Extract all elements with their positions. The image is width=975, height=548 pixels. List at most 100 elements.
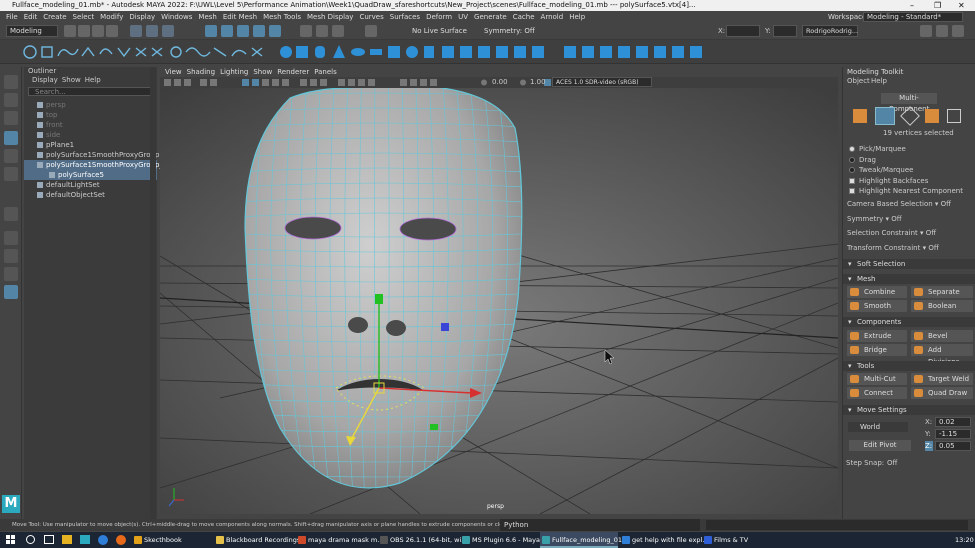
poly-helix-icon[interactable] — [460, 46, 472, 58]
components-header[interactable]: Components — [843, 317, 975, 327]
four-view-layout-icon[interactable] — [4, 249, 18, 263]
render-settings-icon[interactable] — [332, 25, 344, 37]
menu-set-select[interactable]: Modeling — [6, 25, 58, 37]
add-divisions-button[interactable]: Add Divisions — [911, 344, 973, 366]
toolkit-menu-help[interactable]: Help — [871, 76, 887, 86]
extrude-button[interactable]: Extrude — [847, 330, 907, 342]
dropdown-arrow-icon[interactable]: ▾ — [933, 200, 941, 208]
bevel-curve-icon[interactable] — [251, 47, 263, 57]
xray-joints-icon[interactable] — [358, 79, 365, 86]
setting-selection-constraint[interactable]: Selection Constraint ▾ Off — [847, 228, 974, 243]
file-explorer-icon[interactable] — [62, 535, 72, 544]
menu-select[interactable]: Select — [73, 11, 95, 23]
vertex-mode-icon[interactable] — [875, 107, 895, 125]
menu-mesh[interactable]: Mesh — [198, 11, 216, 23]
outliner-search-input[interactable]: Search... — [28, 87, 153, 96]
menu-surfaces[interactable]: Surfaces — [390, 11, 420, 23]
menu-help[interactable]: Help — [569, 11, 585, 23]
snap-plane-icon[interactable] — [253, 25, 265, 37]
quad-draw-button[interactable]: Quad Draw — [911, 387, 973, 399]
setting-value[interactable]: Off — [928, 244, 938, 252]
select-object-icon[interactable] — [146, 25, 158, 37]
exposure-value[interactable]: 0.00 — [492, 77, 508, 88]
poly-gear-icon[interactable] — [478, 46, 490, 58]
cv-curve-icon[interactable] — [57, 48, 79, 57]
tools-header[interactable]: Tools — [843, 361, 975, 371]
menu-cache[interactable]: Cache — [513, 11, 535, 23]
boolean-button[interactable]: Boolean — [911, 300, 973, 312]
y-coordinate-field[interactable] — [773, 25, 797, 37]
bezier-icon[interactable] — [135, 47, 147, 57]
textured-icon[interactable] — [262, 79, 269, 86]
toolkit-menu-object[interactable]: Object — [847, 76, 870, 86]
outliner-item[interactable]: polySurface5 — [24, 170, 157, 180]
wireframe-icon[interactable] — [242, 79, 249, 86]
depth-of-field-icon[interactable] — [320, 79, 327, 86]
setting-value[interactable]: Off — [926, 229, 936, 237]
script-language-tab[interactable]: Python — [500, 519, 700, 531]
object-mode-icon[interactable] — [853, 109, 867, 123]
move-z-field[interactable]: 0.05 — [935, 441, 971, 451]
viewport-menu-show[interactable]: Show — [253, 68, 272, 76]
ep-curve-icon[interactable] — [81, 46, 95, 57]
account-button[interactable]: RodrigoRodrig... — [802, 25, 858, 37]
taskbar-app[interactable]: Blackboard Recordings — [214, 532, 300, 548]
viewport-menu-shading[interactable]: Shading — [187, 68, 215, 76]
outliner-item[interactable]: polySurface1SmoothProxyGroup — [24, 150, 159, 160]
outliner-item[interactable]: pPlane1 — [24, 140, 157, 150]
safe-action-icon[interactable] — [420, 79, 427, 86]
menu-arnold[interactable]: Arnold — [541, 11, 564, 23]
firefox-icon[interactable] — [116, 535, 126, 545]
lasso-tool-icon[interactable] — [4, 93, 18, 107]
xray-icon[interactable] — [348, 79, 355, 86]
close-icon[interactable]: ✕ — [958, 0, 965, 11]
option-drag[interactable]: Drag — [849, 155, 974, 166]
option-pick-marquee[interactable]: Pick/Marquee — [849, 144, 974, 155]
scale-tool-icon[interactable] — [4, 167, 18, 181]
shadows-icon[interactable] — [282, 79, 289, 86]
select-camera-icon[interactable] — [164, 79, 171, 86]
menu-edit-mesh[interactable]: Edit Mesh — [223, 11, 257, 23]
snap-grid-icon[interactable] — [205, 25, 217, 37]
poly-platonic-icon[interactable] — [406, 46, 418, 58]
exposure-icon[interactable] — [481, 79, 487, 86]
ambient-occlusion-icon[interactable] — [300, 79, 307, 86]
symmetry-status[interactable]: Symmetry: Off — [484, 25, 535, 37]
curve-attach-icon[interactable] — [151, 47, 163, 57]
menu-curves[interactable]: Curves — [359, 11, 383, 23]
menu-create[interactable]: Create — [43, 11, 66, 23]
folder-icon[interactable] — [64, 25, 76, 37]
render-icon[interactable] — [300, 25, 312, 37]
setting-value[interactable]: Off — [941, 200, 951, 208]
menu-uv[interactable]: UV — [458, 11, 468, 23]
poly-cone-icon[interactable] — [333, 45, 345, 58]
setting-value[interactable]: Off — [891, 215, 901, 223]
windows-start-icon[interactable] — [6, 535, 16, 545]
smooth-icon[interactable] — [600, 46, 612, 58]
step-snap-select[interactable]: Off — [887, 458, 897, 468]
menu-mesh-tools[interactable]: Mesh Tools — [263, 11, 301, 23]
setting-camera-based-selection[interactable]: Camera Based Selection ▾ Off — [847, 199, 974, 214]
outliner-item[interactable]: defaultObjectSet — [24, 190, 157, 200]
gamma-value[interactable]: 1.00 — [530, 77, 546, 88]
extrude-icon[interactable] — [618, 46, 630, 58]
separate-icon[interactable] — [582, 46, 594, 58]
show-manipulator-icon[interactable] — [4, 207, 18, 221]
isolate-select-icon[interactable] — [338, 79, 345, 86]
menu-display[interactable]: Display — [129, 11, 155, 23]
undo-icon[interactable] — [92, 25, 104, 37]
mesh-header[interactable]: Mesh — [843, 274, 975, 284]
camera-attributes-icon[interactable] — [174, 79, 181, 86]
side-by-side-layout-icon[interactable] — [4, 267, 18, 281]
poly-torus-icon[interactable] — [351, 48, 365, 56]
panel-toggle-icon[interactable] — [920, 25, 932, 37]
viewport-menu-view[interactable]: View — [165, 68, 182, 76]
bridge-button[interactable]: Bridge — [847, 344, 907, 356]
combine-icon[interactable] — [564, 46, 576, 58]
poly-pipe-icon[interactable] — [442, 46, 454, 58]
maximize-icon[interactable]: ❐ — [934, 0, 941, 11]
move-axis-select[interactable]: World — [847, 421, 909, 433]
attribute-editor-icon[interactable] — [936, 25, 948, 37]
menu-windows[interactable]: Windows — [161, 11, 192, 23]
view-transform-select[interactable]: ACES 1.0 SDR-video (sRGB) — [552, 77, 652, 87]
